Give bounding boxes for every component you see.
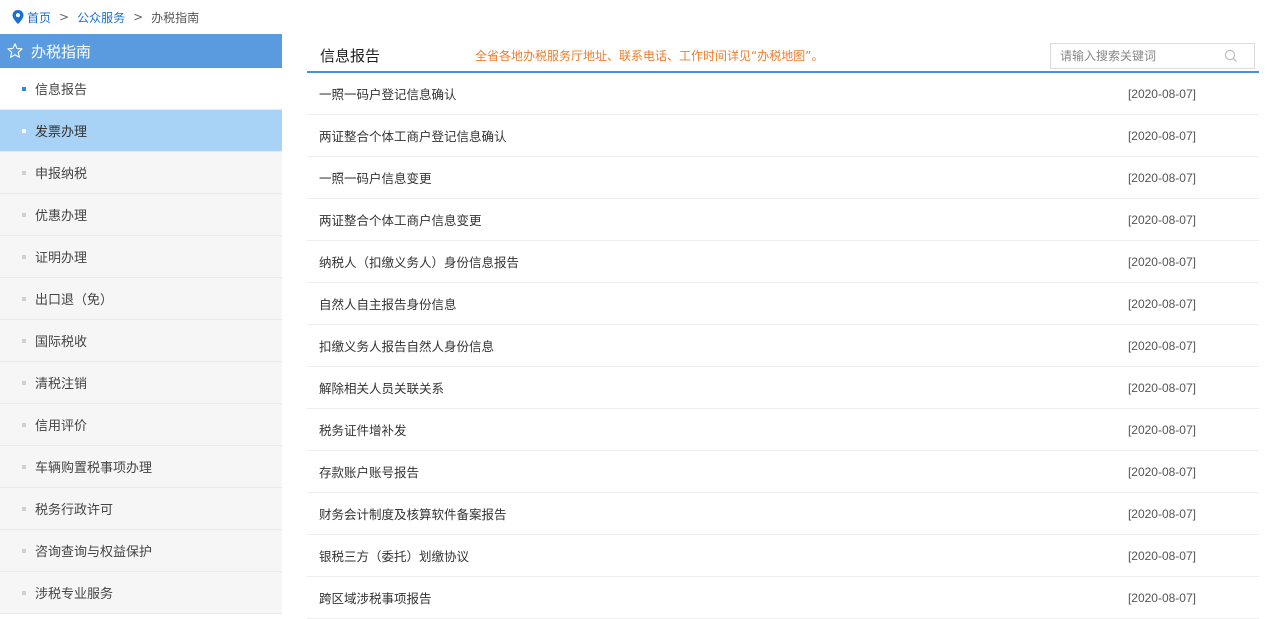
bullet-icon	[22, 506, 26, 511]
bullet-icon	[22, 128, 26, 133]
content-header: 信息报告 全省各地办税服务厅地址、联系电话、工作时间详见“办税地图”。	[307, 40, 1259, 73]
list-item[interactable]: 纳税人（扣缴义务人）身份信息报告 [2020-08-07]	[307, 241, 1259, 283]
list-item[interactable]: 银税三方（委托）划缴协议 [2020-08-07]	[307, 535, 1259, 577]
list-item-date: [2020-08-07]	[1127, 254, 1196, 269]
list-item-title[interactable]: 自然人自主报告身份信息	[319, 294, 457, 313]
sidebar-item-certificate[interactable]: 证明办理	[0, 236, 282, 278]
sidebar-item-label: 国际税收	[35, 335, 88, 350]
list-item-title[interactable]: 两证整合个体工商户登记信息确认	[319, 126, 507, 145]
bullet-icon	[22, 296, 26, 301]
sidebar-item-declare-tax[interactable]: 申报纳税	[0, 152, 282, 194]
breadcrumb: 首页 > 公众服务 > 办税指南	[12, 8, 199, 26]
sidebar-item-label: 优惠办理	[35, 209, 88, 224]
list-item[interactable]: 两证整合个体工商户信息变更 [2020-08-07]	[307, 199, 1259, 241]
sidebar-item-international-tax[interactable]: 国际税收	[0, 320, 282, 362]
sidebar-item-label: 税务行政许可	[35, 503, 114, 518]
bullet-icon	[22, 422, 26, 427]
sidebar-item-label: 咨询查询与权益保护	[35, 545, 153, 560]
sidebar: 办税指南 信息报告 发票办理 申报纳税 优惠办理 证明办理 出口退（免） 国际税…	[0, 34, 282, 614]
list-item-date: [2020-08-07]	[1127, 422, 1196, 437]
sidebar-item-label: 车辆购置税事项办理	[35, 461, 153, 476]
list-item-date: [2020-08-07]	[1127, 212, 1196, 227]
sidebar-item-label: 申报纳税	[35, 167, 88, 182]
breadcrumb-public-service-link[interactable]: 公众服务	[77, 9, 125, 26]
breadcrumb-separator: >	[133, 10, 144, 24]
list-item-date: [2020-08-07]	[1127, 380, 1196, 395]
list-item[interactable]: 扣缴义务人报告自然人身份信息 [2020-08-07]	[307, 325, 1259, 367]
list-item-title[interactable]: 一照一码户登记信息确认	[319, 84, 457, 103]
list-item-date: [2020-08-07]	[1127, 86, 1196, 101]
bullet-icon	[22, 170, 26, 175]
list-item-date: [2020-08-07]	[1127, 170, 1196, 185]
list-item-date: [2020-08-07]	[1127, 464, 1196, 479]
main-content: 信息报告 全省各地办税服务厅地址、联系电话、工作时间详见“办税地图”。 一照一码…	[307, 40, 1259, 619]
bullet-icon	[22, 380, 26, 385]
list-item[interactable]: 存款账户账号报告 [2020-08-07]	[307, 451, 1259, 493]
sidebar-item-label: 信息报告	[35, 83, 88, 98]
bullet-icon	[22, 590, 26, 595]
sidebar-item-label: 出口退（免）	[35, 293, 114, 308]
list-item[interactable]: 跨区域涉税事项报告 [2020-08-07]	[307, 577, 1259, 619]
sidebar-item-professional-service[interactable]: 涉税专业服务	[0, 572, 282, 614]
sidebar-item-administrative-license[interactable]: 税务行政许可	[0, 488, 282, 530]
sidebar-item-export-refund[interactable]: 出口退（免）	[0, 278, 282, 320]
list-item[interactable]: 自然人自主报告身份信息 [2020-08-07]	[307, 283, 1259, 325]
location-pin-icon	[12, 10, 24, 24]
sidebar-item-preferential[interactable]: 优惠办理	[0, 194, 282, 236]
list-item-date: [2020-08-07]	[1127, 338, 1196, 353]
list-item-title[interactable]: 存款账户账号报告	[319, 462, 419, 481]
list-item-title[interactable]: 纳税人（扣缴义务人）身份信息报告	[319, 252, 519, 271]
search-input[interactable]	[1051, 49, 1220, 63]
breadcrumb-separator: >	[59, 10, 70, 24]
list-item-title[interactable]: 银税三方（委托）划缴协议	[319, 546, 469, 565]
page-title: 信息报告	[320, 47, 381, 65]
sidebar-title: 办税指南	[31, 42, 92, 61]
sidebar-item-label: 信用评价	[35, 419, 88, 434]
list-item-title[interactable]: 扣缴义务人报告自然人身份信息	[319, 336, 494, 355]
breadcrumb-home-link[interactable]: 首页	[27, 9, 51, 26]
list-item[interactable]: 两证整合个体工商户登记信息确认 [2020-08-07]	[307, 115, 1259, 157]
list-item-date: [2020-08-07]	[1127, 128, 1196, 143]
sidebar-item-label: 发票办理	[35, 125, 88, 140]
bullet-icon	[22, 86, 26, 91]
bullet-icon	[22, 464, 26, 469]
search-box	[1050, 43, 1255, 69]
list-item-title[interactable]: 财务会计制度及核算软件备案报告	[319, 504, 507, 523]
article-list: 一照一码户登记信息确认 [2020-08-07] 两证整合个体工商户登记信息确认 […	[307, 73, 1259, 619]
sidebar-item-credit-rating[interactable]: 信用评价	[0, 404, 282, 446]
list-item[interactable]: 税务证件增补发 [2020-08-07]	[307, 409, 1259, 451]
bullet-icon	[22, 254, 26, 259]
bullet-icon	[22, 212, 26, 217]
search-icon[interactable]	[1224, 49, 1238, 63]
list-item[interactable]: 解除相关人员关联关系 [2020-08-07]	[307, 367, 1259, 409]
breadcrumb-current: 办税指南	[151, 10, 200, 25]
list-item-title[interactable]: 一照一码户信息变更	[319, 168, 432, 187]
sidebar-item-label: 证明办理	[35, 251, 88, 266]
list-item-date: [2020-08-07]	[1127, 548, 1196, 563]
sidebar-header: 办税指南	[0, 34, 282, 68]
bullet-icon	[22, 338, 26, 343]
list-item-date: [2020-08-07]	[1127, 296, 1196, 311]
list-item-title[interactable]: 两证整合个体工商户信息变更	[319, 210, 482, 229]
bullet-icon	[22, 548, 26, 553]
list-item-title[interactable]: 解除相关人员关联关系	[319, 378, 444, 397]
sidebar-item-vehicle-purchase-tax[interactable]: 车辆购置税事项办理	[0, 446, 282, 488]
sidebar-item-inquiry-rights[interactable]: 咨询查询与权益保护	[0, 530, 282, 572]
sidebar-item-label: 清税注销	[35, 377, 88, 392]
notice-text: 全省各地办税服务厅地址、联系电话、工作时间详见“办税地图”。	[475, 49, 824, 63]
list-item-title[interactable]: 税务证件增补发	[319, 420, 407, 439]
star-outline-icon	[7, 43, 23, 58]
list-item-title[interactable]: 跨区域涉税事项报告	[319, 588, 432, 607]
list-item[interactable]: 财务会计制度及核算软件备案报告 [2020-08-07]	[307, 493, 1259, 535]
list-item[interactable]: 一照一码户信息变更 [2020-08-07]	[307, 157, 1259, 199]
list-item-date: [2020-08-07]	[1127, 590, 1196, 605]
sidebar-item-invoice[interactable]: 发票办理	[0, 110, 282, 152]
list-item[interactable]: 一照一码户登记信息确认 [2020-08-07]	[307, 73, 1259, 115]
sidebar-item-label: 涉税专业服务	[35, 587, 114, 602]
list-item-date: [2020-08-07]	[1127, 506, 1196, 521]
sidebar-item-tax-deregistration[interactable]: 清税注销	[0, 362, 282, 404]
sidebar-item-info-report[interactable]: 信息报告	[0, 68, 282, 110]
